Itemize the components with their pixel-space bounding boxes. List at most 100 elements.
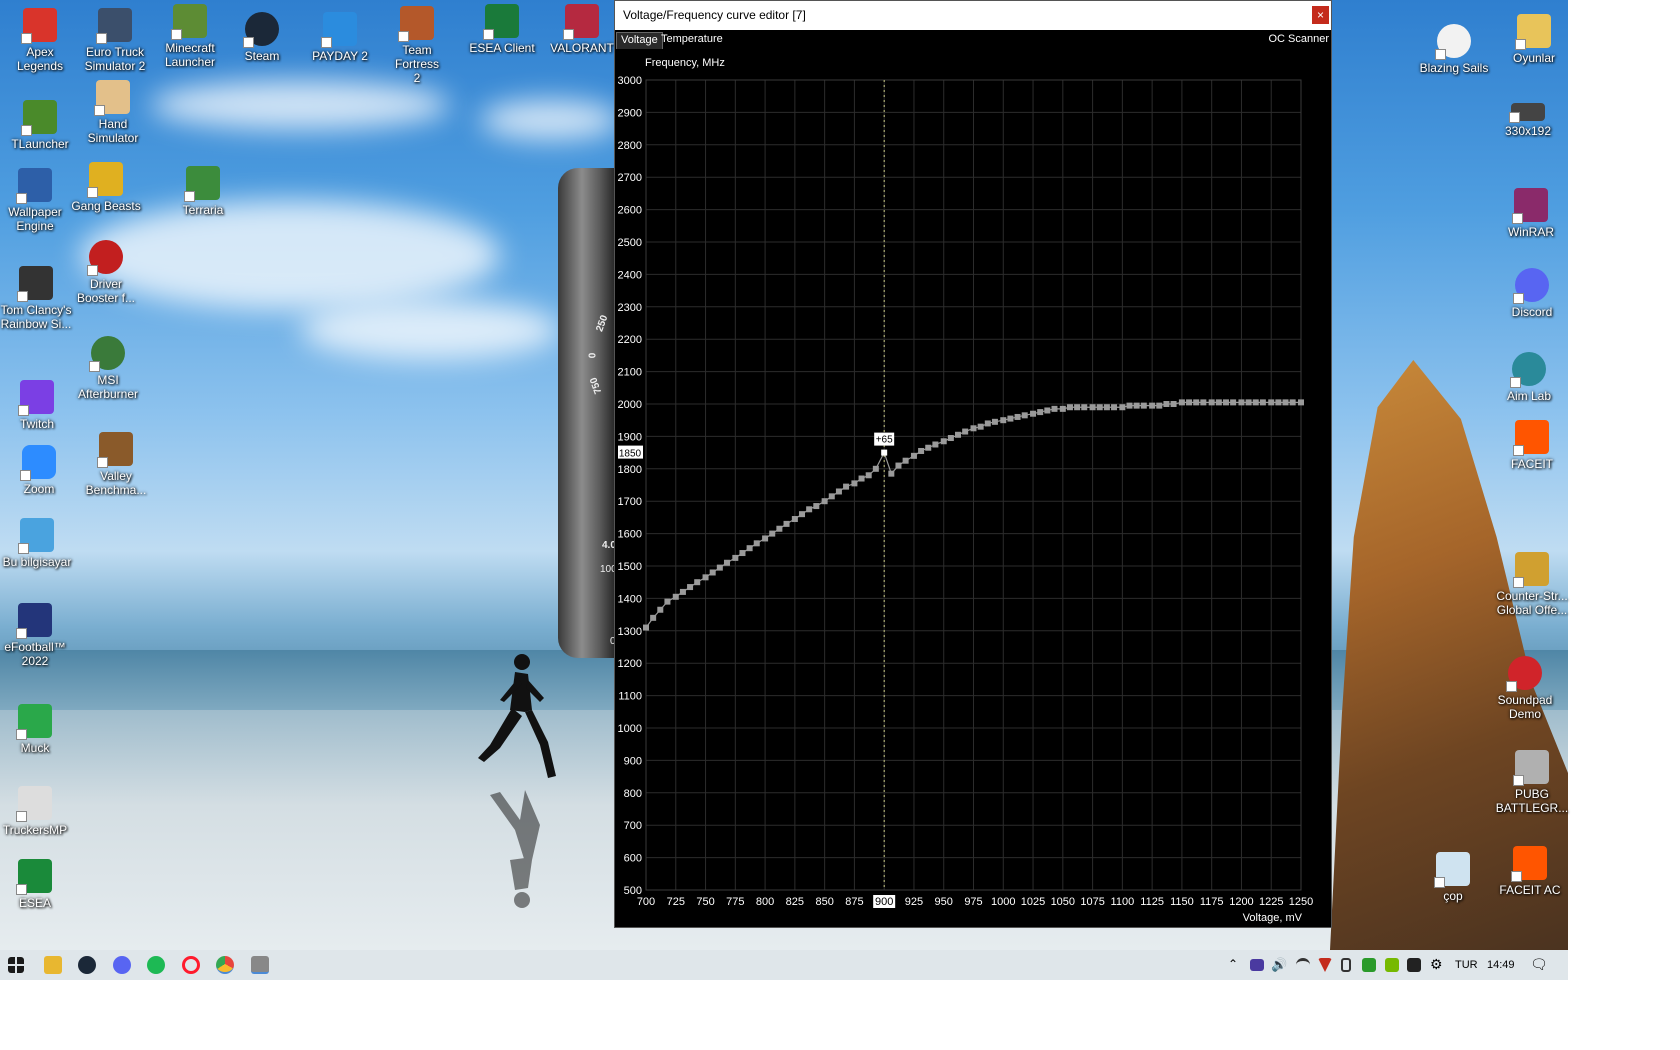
- curve-point[interactable]: [753, 540, 760, 547]
- desktop-icon-esea-client[interactable]: ESEA Client: [464, 4, 540, 55]
- curve-point[interactable]: [716, 564, 723, 571]
- desktop-icon-apex-legends[interactable]: Apex Legends: [2, 8, 78, 73]
- curve-point[interactable]: [1268, 399, 1275, 406]
- volume-icon[interactable]: 🔊: [1271, 957, 1287, 973]
- afterburner-skin[interactable]: 250 0 750 4.0 100 0: [558, 168, 618, 658]
- desktop-icon-euro-truck[interactable]: Euro Truck Simulator 2: [77, 8, 153, 73]
- curve-point[interactable]: [1215, 399, 1222, 406]
- windows-start-icon[interactable]: [8, 957, 24, 973]
- curve-point[interactable]: [1200, 399, 1207, 406]
- curve-point[interactable]: [895, 462, 902, 469]
- geforce-icon[interactable]: [1385, 958, 1399, 972]
- curve-point[interactable]: [791, 516, 798, 523]
- curve-point[interactable]: [1170, 401, 1177, 407]
- curve-point[interactable]: [1289, 399, 1296, 406]
- curve-point[interactable]: [783, 520, 790, 527]
- curve-point[interactable]: [1014, 413, 1021, 420]
- curve-point[interactable]: [1163, 401, 1170, 407]
- curve-point[interactable]: [1230, 399, 1237, 406]
- discord-taskbar-icon[interactable]: [113, 956, 131, 974]
- desktop-icon-pubg[interactable]: PUBG BATTLEGR...: [1494, 750, 1570, 815]
- curve-point[interactable]: [888, 470, 895, 477]
- curve-point[interactable]: [843, 483, 850, 490]
- curve-point[interactable]: [650, 614, 657, 621]
- curve-point[interactable]: [977, 423, 984, 430]
- desktop-icon-faceit[interactable]: FACEIT: [1494, 420, 1570, 471]
- curve-point[interactable]: [1222, 399, 1229, 406]
- curve-point[interactable]: [970, 425, 977, 432]
- curve-point[interactable]: [1252, 399, 1259, 406]
- curve-point[interactable]: [1103, 404, 1110, 411]
- curve-point[interactable]: [702, 574, 709, 581]
- curve-point[interactable]: [1193, 399, 1200, 406]
- curve-point[interactable]: [1259, 399, 1266, 406]
- curve-point[interactable]: [1178, 399, 1185, 406]
- language-indicator[interactable]: TUR: [1455, 959, 1478, 971]
- battery-icon[interactable]: [1341, 958, 1351, 972]
- desktop-icon-discord[interactable]: Discord: [1494, 268, 1570, 319]
- curve-point[interactable]: [821, 498, 828, 505]
- curve-point[interactable]: [1007, 415, 1014, 422]
- curve-point[interactable]: [1282, 399, 1289, 406]
- tray-app-icon[interactable]: [1407, 958, 1421, 972]
- curve-point[interactable]: [1000, 417, 1007, 424]
- curve-point[interactable]: [732, 554, 739, 561]
- curve-point[interactable]: [858, 475, 865, 482]
- tray-app-icon[interactable]: [1250, 959, 1264, 971]
- desktop-icon-payday2[interactable]: PAYDAY 2: [302, 12, 378, 63]
- desktop-icon-rainbow-six[interactable]: Tom Clancy's Rainbow Si...: [0, 266, 74, 331]
- curve-point[interactable]: [1126, 402, 1133, 409]
- desktop-icon-oyunlar[interactable]: Oyunlar: [1496, 14, 1572, 65]
- clock[interactable]: 14:49: [1487, 959, 1515, 971]
- desktop-icon-zoom[interactable]: Zoom: [1, 445, 77, 496]
- close-button[interactable]: ×: [1312, 6, 1329, 24]
- curve-point[interactable]: [1140, 402, 1147, 409]
- curve-point[interactable]: [940, 438, 947, 445]
- curve-point[interactable]: [910, 452, 917, 459]
- curve-point[interactable]: [1096, 404, 1103, 411]
- curve-point[interactable]: [1298, 399, 1304, 406]
- curve-point[interactable]: [1208, 399, 1215, 406]
- curve-editor-window[interactable]: Voltage/Frequency curve editor [7] × Vol…: [614, 0, 1332, 928]
- desktop-icon-faceit-ac[interactable]: FACEIT AC: [1492, 846, 1568, 897]
- curve-point[interactable]: [746, 545, 753, 552]
- curve-point[interactable]: [776, 525, 783, 532]
- curve-point[interactable]: [799, 511, 806, 518]
- desktop-icon-this-pc[interactable]: Bu bilgisayar: [0, 518, 75, 569]
- desktop-icon-truckersmp[interactable]: TruckersMP: [0, 786, 73, 837]
- curve-point[interactable]: [762, 535, 769, 542]
- desktop-icon-wallpaper-engine[interactable]: Wallpaper Engine: [0, 168, 73, 233]
- curve-point[interactable]: [955, 431, 962, 438]
- desktop-icon-twitch[interactable]: Twitch: [0, 380, 75, 431]
- desktop-icon-330x192[interactable]: 330x192: [1490, 95, 1566, 138]
- curve-point[interactable]: [1066, 404, 1073, 411]
- curve-point[interactable]: [962, 428, 969, 435]
- curve-point[interactable]: [679, 588, 686, 595]
- desktop-icon-blazing-sails[interactable]: Blazing Sails: [1416, 24, 1492, 75]
- curve-point[interactable]: [1074, 404, 1081, 411]
- desktop-icon-winrar[interactable]: WinRAR: [1493, 188, 1569, 239]
- curve-point[interactable]: [1037, 409, 1044, 416]
- curve-point[interactable]: [1030, 410, 1037, 417]
- curve-point[interactable]: [1044, 407, 1051, 414]
- curve-point[interactable]: [1051, 405, 1058, 412]
- title-bar[interactable]: Voltage/Frequency curve editor [7] ×: [615, 1, 1331, 30]
- curve-point[interactable]: [657, 606, 664, 613]
- msi-afterburner-taskbar-icon[interactable]: [251, 956, 269, 974]
- curve-point[interactable]: [865, 472, 872, 479]
- opera-taskbar-icon[interactable]: [182, 956, 200, 974]
- curve-point[interactable]: [918, 447, 925, 454]
- curve-point[interactable]: [1133, 402, 1140, 409]
- curve-point[interactable]: [984, 420, 991, 427]
- curve-point[interactable]: [1275, 399, 1282, 406]
- curve-point[interactable]: [1156, 402, 1163, 409]
- desktop-icon-driver-booster[interactable]: Driver Booster f...: [68, 240, 144, 305]
- curve-point[interactable]: [835, 488, 842, 495]
- desktop-icon-steam[interactable]: Steam: [224, 12, 300, 63]
- desktop-icon-valorant[interactable]: VALORANT: [550, 4, 614, 55]
- desktop-icon-soundpad[interactable]: Soundpad Demo: [1487, 656, 1563, 721]
- desktop-icon-terraria[interactable]: Terraria: [165, 166, 241, 217]
- notifications-icon[interactable]: 🗨: [1530, 956, 1548, 973]
- curve-point[interactable]: [1238, 399, 1245, 406]
- curve-point[interactable]: [1245, 399, 1252, 406]
